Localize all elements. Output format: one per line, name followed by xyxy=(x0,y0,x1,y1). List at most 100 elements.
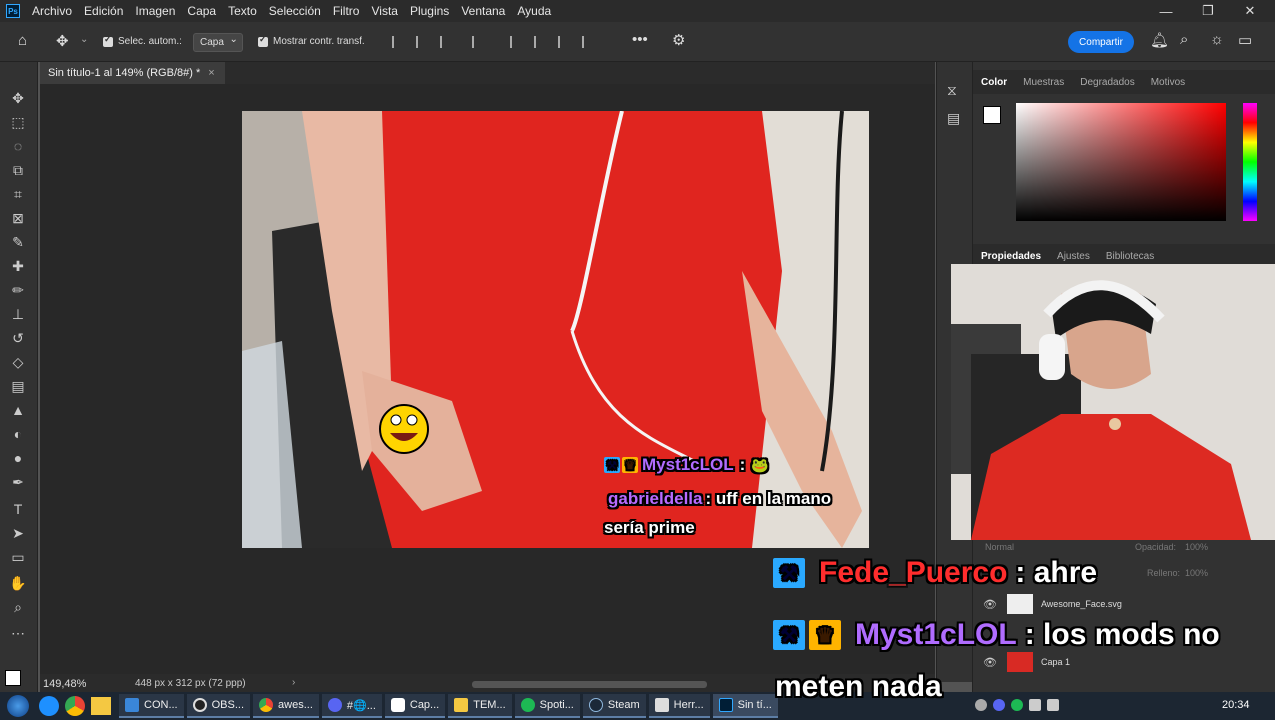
color-picker-field[interactable] xyxy=(1016,103,1226,221)
pen-tool-icon[interactable]: ✒ xyxy=(9,473,27,491)
minimize-icon[interactable]: — xyxy=(1145,0,1187,22)
align-right-icon[interactable] xyxy=(440,36,452,48)
gear-icon[interactable]: ⚙ xyxy=(672,31,685,49)
path-select-tool-icon[interactable]: ➤ xyxy=(9,524,27,542)
edge-icon[interactable] xyxy=(39,696,59,716)
align-left-icon[interactable] xyxy=(392,36,404,48)
workspace-icon[interactable]: ▭ xyxy=(1238,31,1252,49)
align-middle-icon[interactable] xyxy=(534,36,546,48)
document-canvas[interactable]: ⚒ ♛ Myst1cLOL : 🐸 gabrieldella : uff en … xyxy=(242,111,869,548)
tab-degradados[interactable]: Degradados xyxy=(1072,77,1142,88)
zoom-tool-icon[interactable]: ⌕ xyxy=(9,598,27,616)
search-icon[interactable]: ⌕ xyxy=(1180,31,1188,48)
distribute-icon[interactable] xyxy=(472,36,484,48)
restore-icon[interactable]: ❐ xyxy=(1187,0,1229,22)
tab-ajustes[interactable]: Ajustes xyxy=(1049,251,1098,262)
frame-tool-icon[interactable]: ⊠ xyxy=(9,209,27,227)
eraser-tool-icon[interactable]: ◇ xyxy=(9,353,27,371)
taskbar-item[interactable]: awes... xyxy=(253,694,319,718)
folder-icon[interactable] xyxy=(91,697,111,715)
menu-plugins[interactable]: Plugins xyxy=(404,4,455,18)
crop-tool-icon[interactable]: ⌗ xyxy=(9,185,27,203)
start-button[interactable] xyxy=(0,692,36,720)
opacity-value[interactable]: 100% xyxy=(1185,542,1208,552)
bell-icon[interactable]: 🔔︎ xyxy=(1150,31,1169,49)
move-tool-icon[interactable]: ✥ xyxy=(9,89,27,107)
lightbulb-icon[interactable]: ☼ xyxy=(1210,31,1224,48)
menu-filtro[interactable]: Filtro xyxy=(327,4,366,18)
chevron-down-icon[interactable]: ⌄ xyxy=(80,34,88,45)
menu-seleccion[interactable]: Selección xyxy=(263,4,327,18)
menu-ayuda[interactable]: Ayuda xyxy=(511,4,557,18)
distribute-vertical-icon[interactable] xyxy=(582,36,594,48)
blend-mode-select[interactable]: Normal xyxy=(985,542,1014,552)
close-icon[interactable]: ✕ xyxy=(1229,0,1271,22)
lasso-tool-icon[interactable]: ◌ xyxy=(9,137,27,155)
taskbar-item[interactable]: CON... xyxy=(119,694,184,718)
menu-capa[interactable]: Capa xyxy=(181,4,222,18)
more-tools-icon[interactable]: ⋯ xyxy=(9,624,27,642)
zoom-level[interactable]: 149,48% xyxy=(43,678,86,690)
hue-slider[interactable] xyxy=(1243,103,1257,221)
chrome-icon[interactable] xyxy=(65,696,85,716)
eye-icon[interactable]: 👁︎ xyxy=(983,656,997,669)
discord-tray-icon[interactable] xyxy=(993,699,1005,711)
tab-propiedades[interactable]: Propiedades xyxy=(973,251,1049,262)
layer-row[interactable]: 👁︎ Awesome_Face.svg xyxy=(973,592,1263,616)
home-icon[interactable]: ⌂ xyxy=(18,32,27,49)
tab-motivos[interactable]: Motivos xyxy=(1143,77,1193,88)
taskbar-item[interactable]: Cap... xyxy=(384,694,446,718)
menu-imagen[interactable]: Imagen xyxy=(129,4,181,18)
comments-panel-icon[interactable]: ▤ xyxy=(947,110,960,127)
menu-archivo[interactable]: Archivo xyxy=(26,4,78,18)
tray-icon[interactable] xyxy=(975,699,987,711)
taskbar-item[interactable]: Herr... xyxy=(648,694,710,718)
auto-select-checkbox[interactable]: Selec. autom.: xyxy=(103,34,182,47)
type-tool-icon[interactable]: T xyxy=(9,500,27,518)
more-options-icon[interactable]: ••• xyxy=(632,31,648,48)
menu-ventana[interactable]: Ventana xyxy=(455,4,511,18)
menu-edicion[interactable]: Edición xyxy=(78,4,129,18)
taskbar-item[interactable]: TEM... xyxy=(448,694,512,718)
tab-bibliotecas[interactable]: Bibliotecas xyxy=(1098,251,1162,262)
blur-tool-icon[interactable]: ▲ xyxy=(9,401,27,419)
chevron-right-icon[interactable]: › xyxy=(292,677,295,688)
gradient-tool-icon[interactable]: ▤ xyxy=(9,377,27,395)
close-tab-icon[interactable]: × xyxy=(208,67,214,79)
menu-texto[interactable]: Texto xyxy=(222,4,263,18)
horizontal-scrollbar[interactable] xyxy=(472,681,707,688)
taskbar-item-active[interactable]: Sin tí... xyxy=(712,694,778,718)
spotify-tray-icon[interactable] xyxy=(1011,699,1023,711)
auto-select-dropdown[interactable]: Capa xyxy=(193,33,243,52)
fill-value[interactable]: 100% xyxy=(1185,568,1208,578)
history-brush-icon[interactable]: ↺ xyxy=(9,329,27,347)
move-tool-icon[interactable]: ✥ xyxy=(56,32,69,50)
taskbar-item[interactable]: #🌐... xyxy=(321,694,382,718)
eyedropper-tool-icon[interactable]: ✎ xyxy=(9,233,27,251)
volume-icon[interactable] xyxy=(1029,699,1041,711)
taskbar-item[interactable]: Spoti... xyxy=(514,694,580,718)
healing-brush-icon[interactable]: ✚ xyxy=(9,257,27,275)
hand-tool-icon[interactable]: ✋ xyxy=(9,574,27,592)
taskbar-item[interactable]: OBS... xyxy=(186,694,251,718)
show-transform-checkbox[interactable]: Mostrar contr. transf. xyxy=(258,34,365,47)
foreground-swatch[interactable] xyxy=(983,106,1001,124)
layer-row[interactable]: 👁︎ Capa 1 xyxy=(973,650,1263,674)
brush-tool-icon[interactable]: ✏ xyxy=(9,281,27,299)
align-top-icon[interactable] xyxy=(510,36,522,48)
share-button[interactable]: Compartir xyxy=(1068,31,1134,53)
tab-muestras[interactable]: Muestras xyxy=(1015,77,1072,88)
history-panel-icon[interactable]: ⧖ xyxy=(947,82,957,99)
smudge-tool-icon[interactable]: ● xyxy=(9,449,27,467)
align-bottom-icon[interactable] xyxy=(558,36,570,48)
shape-tool-icon[interactable]: ▭ xyxy=(9,548,27,566)
object-select-tool-icon[interactable]: ⧉ xyxy=(9,161,27,179)
network-icon[interactable] xyxy=(1047,699,1059,711)
document-tab[interactable]: Sin título-1 al 149% (RGB/8#) * × xyxy=(40,62,225,84)
dodge-tool-icon[interactable]: ◐ xyxy=(9,425,27,443)
tab-color[interactable]: Color xyxy=(973,77,1015,88)
taskbar-item[interactable]: Steam xyxy=(582,694,646,718)
eye-icon[interactable]: 👁︎ xyxy=(983,598,997,611)
menu-vista[interactable]: Vista xyxy=(365,4,403,18)
align-center-icon[interactable] xyxy=(416,36,428,48)
